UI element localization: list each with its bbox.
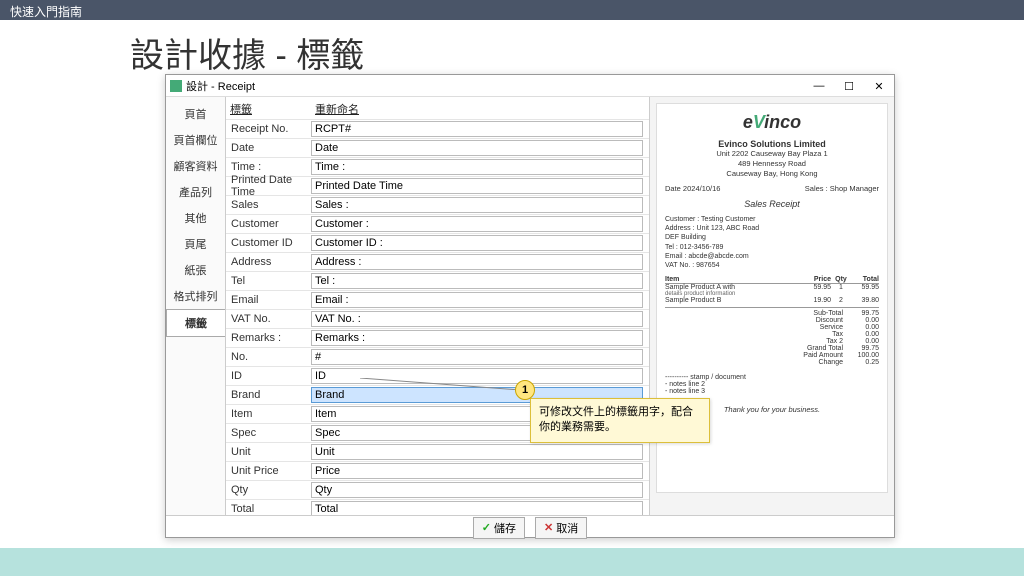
label-row: Date xyxy=(226,139,649,158)
row-label: Customer ID xyxy=(226,237,311,249)
window-controls: — ☐ ✕ xyxy=(804,75,894,97)
sidenav-item-5[interactable]: 頁尾 xyxy=(166,231,225,257)
row-label: Spec xyxy=(226,427,311,439)
titlebar: 設計 - Receipt — ☐ ✕ xyxy=(166,75,894,97)
app-icon xyxy=(170,80,182,92)
row-label: No. xyxy=(226,351,311,363)
rename-input[interactable] xyxy=(311,292,643,308)
side-nav: 頁首頁首欄位顧客資料產品列其他頁尾紙張格式排列標籤 xyxy=(166,97,226,515)
label-row: Printed Date Time xyxy=(226,177,649,196)
row-label: ID xyxy=(226,370,311,382)
save-button[interactable]: 儲存 xyxy=(473,517,525,539)
sidenav-item-8[interactable]: 標籤 xyxy=(166,309,225,337)
receipt-doc-title: Sales Receipt xyxy=(665,199,879,209)
row-label: Time : xyxy=(226,161,311,173)
label-table-panel: 標籤 重新命名 Receipt No. Date Time :Printed Dat… xyxy=(226,97,649,515)
receipt-notes: ---------- stamp / document - notes line… xyxy=(665,374,879,395)
row-label: Total xyxy=(226,503,311,515)
callout-marker-1: 1 xyxy=(515,380,535,400)
row-label: Unit Price xyxy=(226,465,311,477)
rename-input[interactable] xyxy=(311,121,643,137)
row-label: Date xyxy=(226,142,311,154)
sidenav-item-1[interactable]: 頁首欄位 xyxy=(166,127,225,153)
rename-input[interactable] xyxy=(311,482,643,498)
label-row: Unit Price xyxy=(226,462,649,481)
label-row: Remarks : xyxy=(226,329,649,348)
row-label: Qty xyxy=(226,484,311,496)
row-label: Customer xyxy=(226,218,311,230)
sidenav-item-0[interactable]: 頁首 xyxy=(166,101,225,127)
rename-input[interactable] xyxy=(311,368,643,384)
guide-header: 快速入門指南 xyxy=(0,0,1024,20)
receipt-logo: eVinco xyxy=(665,112,879,133)
label-row: No. xyxy=(226,348,649,367)
label-row: VAT No. xyxy=(226,310,649,329)
rename-input[interactable] xyxy=(311,444,643,460)
rename-input[interactable] xyxy=(311,178,643,194)
label-rows[interactable]: Receipt No. Date Time :Printed Date TimeSa… xyxy=(226,119,649,515)
row-label: Sales xyxy=(226,199,311,211)
rename-input[interactable] xyxy=(311,349,643,365)
bottom-bar: 儲存 取消 xyxy=(166,515,894,539)
preview-pane: eVinco Evinco Solutions Limited Unit 220… xyxy=(649,97,894,515)
callout-text: 可修改文件上的標籤用字，配合你的業務需要。 xyxy=(530,398,710,443)
design-window: 設計 - Receipt — ☐ ✕ 頁首頁首欄位顧客資料產品列其他頁尾紙張格式… xyxy=(165,74,895,538)
label-row: Qty xyxy=(226,481,649,500)
receipt-company: Evinco Solutions Limited xyxy=(665,139,879,149)
maximize-button[interactable]: ☐ xyxy=(834,75,864,97)
rename-input[interactable] xyxy=(311,273,643,289)
row-label: Unit xyxy=(226,446,311,458)
row-label: Remarks : xyxy=(226,332,311,344)
rename-input[interactable] xyxy=(311,197,643,213)
label-row: Email xyxy=(226,291,649,310)
rename-input[interactable] xyxy=(311,140,643,156)
label-row: Total xyxy=(226,500,649,515)
row-label: Brand xyxy=(226,389,311,401)
row-label: Email xyxy=(226,294,311,306)
receipt-items-head: ItemPriceQtyTotal xyxy=(665,276,879,284)
label-row: Customer xyxy=(226,215,649,234)
sidenav-item-2[interactable]: 顧客資料 xyxy=(166,153,225,179)
label-row: ID xyxy=(226,367,649,386)
receipt-address: Unit 2202 Causeway Bay Plaza 1 489 Henne… xyxy=(665,149,879,178)
rename-input[interactable] xyxy=(311,463,643,479)
label-row: Sales xyxy=(226,196,649,215)
row-label: Tel xyxy=(226,275,311,287)
label-row: Tel xyxy=(226,272,649,291)
rename-input[interactable] xyxy=(311,254,643,270)
rename-input[interactable] xyxy=(311,501,643,515)
row-label: Printed Date Time xyxy=(226,174,311,198)
label-row: Address xyxy=(226,253,649,272)
sidenav-item-6[interactable]: 紙張 xyxy=(166,257,225,283)
row-label: Receipt No. xyxy=(226,123,311,135)
minimize-button[interactable]: — xyxy=(804,75,834,97)
sidenav-item-7[interactable]: 格式排列 xyxy=(166,283,225,309)
sidenav-item-4[interactable]: 其他 xyxy=(166,205,225,231)
close-button[interactable]: ✕ xyxy=(864,75,894,97)
rename-input[interactable] xyxy=(311,235,643,251)
receipt-totals: Sub-Total99.75Discount0.00Service0.00Tax… xyxy=(665,307,879,366)
footer-band xyxy=(0,548,1024,576)
label-row: Unit xyxy=(226,443,649,462)
col-header-rename: 重新命名 xyxy=(315,101,359,117)
label-row: Receipt No. xyxy=(226,120,649,139)
rename-input[interactable] xyxy=(311,311,643,327)
rename-input[interactable] xyxy=(311,216,643,232)
col-header-label: 標籤 xyxy=(230,101,315,117)
sidenav-item-3[interactable]: 產品列 xyxy=(166,179,225,205)
rename-input[interactable] xyxy=(311,330,643,346)
label-row: Customer ID xyxy=(226,234,649,253)
window-title: 設計 - Receipt xyxy=(186,78,890,94)
row-label: Item xyxy=(226,408,311,420)
receipt-date-sales: Date 2024/10/16Sales : Shop Manager xyxy=(665,184,879,193)
row-label: Address xyxy=(226,256,311,268)
cancel-button[interactable]: 取消 xyxy=(535,517,587,539)
row-label: VAT No. xyxy=(226,313,311,325)
rename-input[interactable] xyxy=(311,159,643,175)
receipt-customer: Customer : Testing CustomerAddress : Uni… xyxy=(665,215,879,270)
receipt-items: Sample Product A with59.95159.95details … xyxy=(665,284,879,304)
